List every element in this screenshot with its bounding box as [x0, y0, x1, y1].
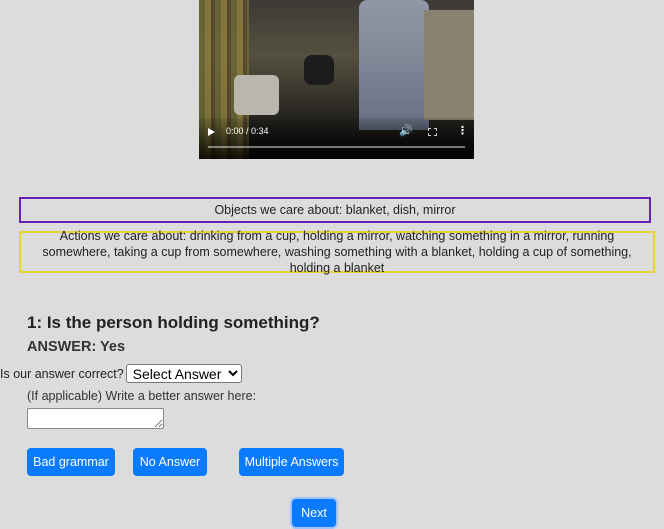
answer-correct-select[interactable]: Select Answer: [125, 364, 242, 383]
correct-row: Is our answer correct? Select Answer: [0, 364, 242, 383]
objects-text: Objects we care about: blanket, dish, mi…: [214, 203, 456, 217]
fullscreen-icon[interactable]: [428, 128, 437, 136]
answer-text: ANSWER: Yes: [27, 339, 126, 355]
video-time: 0:00 / 0:34: [226, 126, 269, 136]
next-button[interactable]: Next: [292, 499, 336, 527]
correct-label: Is our answer correct?: [0, 366, 124, 381]
more-icon[interactable]: ⋮: [457, 124, 468, 137]
video-player[interactable]: 0:00 / 0:34 🔊 ⋮: [199, 0, 474, 159]
no-answer-button[interactable]: No Answer: [133, 448, 207, 476]
video-frame-wall: [424, 10, 474, 120]
better-answer-input[interactable]: [27, 408, 164, 429]
actions-text: Actions we care about: drinking from a c…: [42, 229, 632, 275]
video-frame-person-right: [359, 0, 429, 130]
video-frame-pot: [234, 75, 279, 115]
video-progress-bar[interactable]: [208, 146, 465, 148]
actions-box: Actions we care about: drinking from a c…: [19, 229, 655, 275]
bad-grammar-button[interactable]: Bad grammar: [27, 448, 115, 476]
video-controls: 0:00 / 0:34 🔊 ⋮: [199, 122, 474, 152]
better-answer-label: (If applicable) Write a better answer he…: [27, 389, 257, 403]
play-icon[interactable]: [208, 128, 215, 136]
objects-box: Objects we care about: blanket, dish, mi…: [19, 197, 651, 223]
question-title: 1: Is the person holding something?: [27, 313, 320, 332]
video-frame-stove: [304, 55, 334, 85]
volume-icon[interactable]: 🔊: [399, 124, 413, 137]
multiple-answers-button[interactable]: Multiple Answers: [239, 448, 344, 476]
